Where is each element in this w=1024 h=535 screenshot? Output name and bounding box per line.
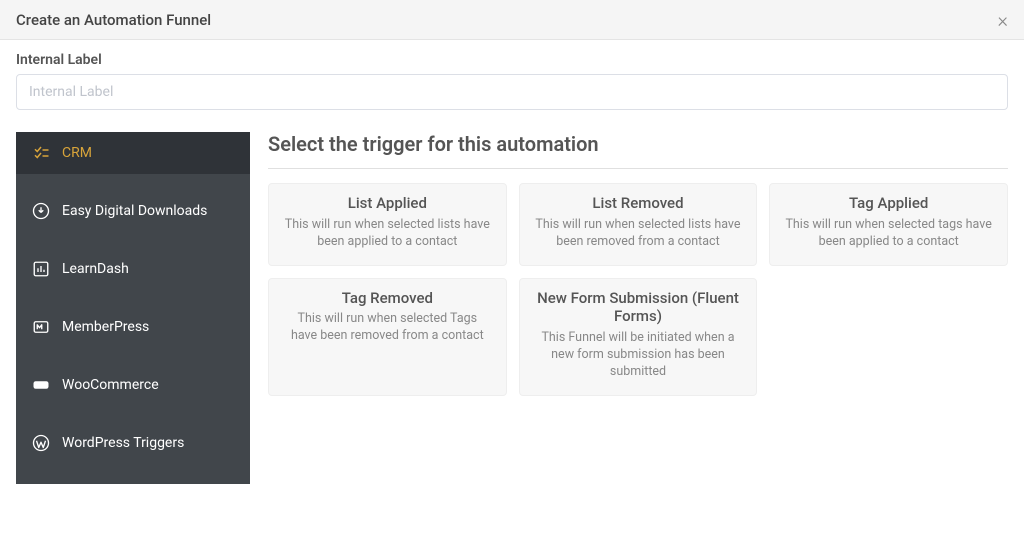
modal-body: Internal Label CRM Easy Digital Download… (0, 40, 1024, 535)
modal-header: Create an Automation Funnel × (0, 0, 1024, 40)
trigger-card-title: Tag Removed (283, 289, 492, 308)
sidebar-item-memberpress[interactable]: MemberPress (16, 306, 250, 348)
trigger-card-title: New Form Submission (Fluent Forms) (534, 289, 743, 327)
trigger-list-removed[interactable]: List Removed This will run when selected… (519, 183, 758, 266)
trigger-card-desc: This will run when selected Tags have be… (283, 311, 492, 345)
sidebar-item-label: Easy Digital Downloads (62, 203, 207, 219)
sidebar-item-label: LearnDash (62, 261, 129, 277)
wordpress-icon (32, 434, 50, 452)
trigger-card-title: List Removed (534, 194, 743, 213)
trigger-category-sidebar: CRM Easy Digital Downloads LearnDash (16, 132, 250, 484)
trigger-cards: List Applied This will run when selected… (268, 183, 1008, 396)
bar-chart-icon (32, 260, 50, 278)
trigger-card-desc: This will run when selected lists have b… (283, 217, 492, 251)
m-box-icon (32, 318, 50, 336)
create-funnel-modal: Create an Automation Funnel × Internal L… (0, 0, 1024, 535)
sidebar-item-label: WordPress Triggers (62, 435, 184, 451)
layout: CRM Easy Digital Downloads LearnDash (16, 132, 1008, 523)
trigger-card-desc: This will run when selected lists have b… (534, 217, 743, 251)
sidebar-item-wordpress[interactable]: WordPress Triggers (16, 422, 250, 464)
trigger-card-title: Tag Applied (784, 194, 993, 213)
trigger-list-applied[interactable]: List Applied This will run when selected… (268, 183, 507, 266)
internal-label-field: Internal Label (16, 52, 1008, 110)
sidebar-item-label: WooCommerce (62, 377, 159, 393)
internal-label-label: Internal Label (16, 52, 1008, 68)
sidebar-item-edd[interactable]: Easy Digital Downloads (16, 190, 250, 232)
trigger-main: Select the trigger for this automation L… (268, 132, 1008, 523)
trigger-card-desc: This will run when selected tags have be… (784, 217, 993, 251)
sidebar-item-label: MemberPress (62, 319, 149, 335)
woo-icon (32, 376, 50, 394)
trigger-card-title: List Applied (283, 194, 492, 213)
modal-title: Create an Automation Funnel (16, 11, 211, 29)
internal-label-input[interactable] (16, 74, 1008, 110)
trigger-new-form-submission[interactable]: New Form Submission (Fluent Forms) This … (519, 278, 758, 396)
sidebar-item-woocommerce[interactable]: WooCommerce (16, 364, 250, 406)
sidebar-item-learndash[interactable]: LearnDash (16, 248, 250, 290)
download-circle-icon (32, 202, 50, 220)
checklist-icon (32, 144, 50, 162)
trigger-card-desc: This Funnel will be initiated when a new… (534, 330, 743, 381)
trigger-tag-removed[interactable]: Tag Removed This will run when selected … (268, 278, 507, 396)
trigger-tag-applied[interactable]: Tag Applied This will run when selected … (769, 183, 1008, 266)
sidebar-item-crm[interactable]: CRM (16, 132, 250, 174)
sidebar-item-label: CRM (62, 145, 92, 161)
close-button[interactable]: × (998, 8, 1008, 32)
trigger-heading: Select the trigger for this automation (268, 132, 1008, 169)
